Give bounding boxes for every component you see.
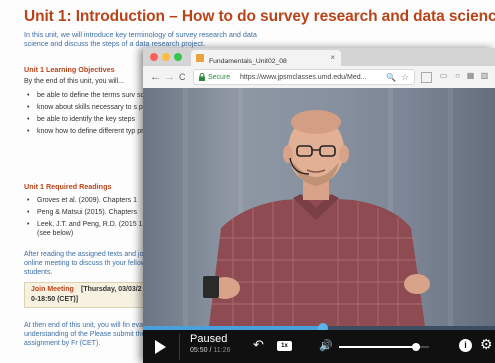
- reload-button[interactable]: C: [179, 69, 186, 85]
- join-meeting-link[interactable]: Join Meeting: [31, 286, 74, 293]
- timecode: 05:50 / 11:26: [190, 347, 231, 354]
- extension-icon[interactable]: ▥: [479, 70, 490, 81]
- meeting-date: [Thursday, 03/03/2: [81, 286, 142, 293]
- close-tab-icon[interactable]: ×: [330, 50, 335, 66]
- course-intro: In this unit, we will introduce key term…: [24, 30, 257, 48]
- tab-strip: Fundamentals_Unit02_08 ×: [143, 48, 495, 66]
- zoom-icon[interactable]: 🔍: [386, 70, 396, 85]
- video-player[interactable]: Paused 05:50 / 11:26 ↶ 1x 🔊 i ⚙: [143, 88, 495, 363]
- objectives-lead: By the end of this unit, you will...: [24, 78, 124, 85]
- browser-toolbar: ← → C Secure https://www.jpsmclasses.umd…: [143, 66, 495, 89]
- secure-label: Secure: [208, 74, 231, 81]
- rewind-icon[interactable]: ↶: [253, 337, 264, 353]
- extension-icon[interactable]: ○: [452, 70, 463, 81]
- meeting-time: 0-18:50 (CET)]: [31, 296, 79, 303]
- readings-heading: Unit 1 Required Readings: [24, 182, 112, 191]
- play-button[interactable]: [155, 340, 166, 354]
- tab-title: Fundamentals_Unit02_08: [209, 58, 287, 65]
- speed-button[interactable]: 1x: [277, 341, 292, 351]
- divider: [179, 334, 180, 360]
- extension-icon[interactable]: [421, 72, 432, 83]
- address-bar[interactable]: Secure https://www.jpsmclasses.umd.edu/M…: [193, 69, 415, 85]
- join-meeting-box: Join Meeting [Thursday, 03/03/2 0-18:50 …: [24, 282, 151, 308]
- player-controls: Paused 05:50 / 11:26 ↶ 1x 🔊 i ⚙: [143, 330, 495, 363]
- tab-fundamentals[interactable]: Fundamentals_Unit02_08 ×: [191, 50, 341, 66]
- course-title: Unit 1: Introduction – How to do survey …: [24, 8, 495, 25]
- close-window-button[interactable]: [150, 53, 158, 61]
- info-icon[interactable]: i: [459, 339, 472, 352]
- url-text[interactable]: https://www.jpsmclasses.umd.edu/Med...: [240, 70, 366, 85]
- maximize-window-button[interactable]: [174, 53, 182, 61]
- back-button[interactable]: ←: [150, 69, 161, 85]
- total-time: 11:26: [213, 347, 231, 354]
- extension-icon[interactable]: ▦: [465, 70, 476, 81]
- volume-icon[interactable]: 🔊: [319, 339, 333, 352]
- lock-icon: [199, 73, 205, 81]
- extension-icon[interactable]: ▭: [438, 70, 449, 81]
- volume-level: [339, 346, 416, 348]
- forward-button[interactable]: →: [164, 69, 175, 85]
- current-time: 05:50: [190, 347, 208, 354]
- minimize-window-button[interactable]: [162, 53, 170, 61]
- bookmark-star-icon[interactable]: ☆: [401, 70, 409, 85]
- volume-handle[interactable]: [411, 343, 420, 351]
- page-favicon-icon: [196, 54, 204, 62]
- objectives-heading: Unit 1 Learning Objectives: [24, 65, 115, 74]
- playback-status: Paused: [190, 333, 228, 345]
- presenter-image: [203, 110, 430, 326]
- video-popup-window: Fundamentals_Unit02_08 × ← → C Secure ht…: [143, 48, 495, 363]
- settings-gear-icon[interactable]: ⚙: [480, 336, 493, 353]
